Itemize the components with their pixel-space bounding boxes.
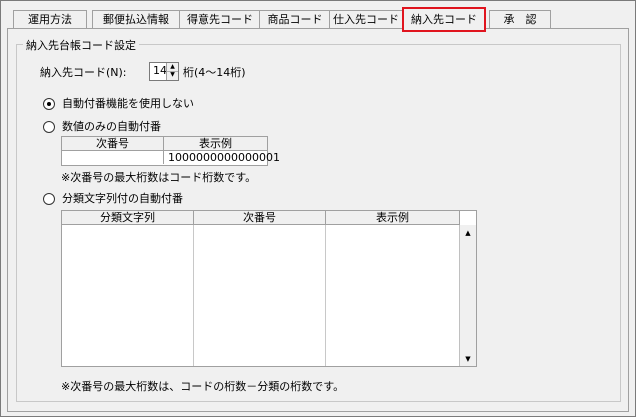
code-digits-stepper[interactable]: 14 ▲ ▼ (149, 62, 179, 81)
delivery-code-settings-group: 納入先台帳コード設定 納入先コード(N): 14 ▲ ▼ 桁(4～14桁) 自動… (16, 37, 621, 402)
window-frame: 運用方法 郵便払込情報 得意先コード 商品コード 仕入先コード 納入先コード 承… (0, 0, 636, 417)
example-header: 表示例 (164, 137, 267, 151)
radio-no-auto-number-label[interactable]: 自動付番機能を使用しない (62, 95, 194, 111)
column-divider (193, 225, 194, 366)
tab-product-code[interactable]: 商品コード (259, 10, 331, 29)
code-digits-label: 納入先コード(N): (40, 66, 127, 79)
tab-strip: 運用方法 郵便払込情報 得意先コード 商品コード 仕入先コード 納入先コード 承… (7, 7, 631, 32)
tab-supplier-code[interactable]: 仕入先コード (329, 10, 403, 29)
tab-panel: 納入先台帳コード設定 納入先コード(N): 14 ▲ ▼ 桁(4～14桁) 自動… (7, 28, 629, 412)
next-number-cell[interactable] (62, 151, 164, 164)
tab-approval[interactable]: 承 認 (489, 10, 551, 29)
class-table-scrollbar[interactable]: ▲ ▼ (459, 225, 476, 366)
scroll-down-icon[interactable]: ▼ (460, 352, 476, 366)
code-digits-hint: 桁(4～14桁) (183, 66, 246, 79)
example-cell: 1000000000000001 (168, 151, 280, 164)
radio-class-auto-number[interactable] (43, 193, 55, 205)
tab-delivery-code[interactable]: 納入先コード (402, 7, 486, 32)
radio-class-auto-number-label[interactable]: 分類文字列付の自動付番 (62, 190, 183, 206)
radio-numeric-auto-number-label[interactable]: 数値のみの自動付番 (62, 118, 161, 134)
code-digits-value: 14 (153, 64, 167, 77)
next-number-header: 次番号 (62, 137, 164, 151)
radio-no-auto-number[interactable] (43, 98, 55, 110)
tab-postal-transfer[interactable]: 郵便払込情報 (92, 10, 180, 29)
class-example-header: 表示例 (326, 211, 460, 225)
class-string-header: 分類文字列 (62, 211, 194, 225)
numeric-example-table: 次番号 表示例 1000000000000001 (61, 136, 280, 166)
class-note: ※次番号の最大桁数は、コードの桁数－分類の桁数です。 (61, 380, 345, 393)
tab-customer-code[interactable]: 得意先コード (179, 10, 261, 29)
tab-operation[interactable]: 運用方法 (13, 10, 87, 29)
scroll-up-icon[interactable]: ▲ (460, 226, 476, 240)
group-title: 納入先台帳コード設定 (23, 37, 139, 53)
stepper-buttons: ▲ ▼ (166, 63, 178, 80)
radio-numeric-auto-number[interactable] (43, 121, 55, 133)
numeric-note: ※次番号の最大桁数はコード桁数です。 (61, 171, 257, 184)
stepper-down-icon[interactable]: ▼ (167, 71, 178, 79)
column-divider (325, 225, 326, 366)
class-table: 分類文字列 次番号 表示例 ▲ ▼ (61, 210, 477, 367)
class-next-number-header: 次番号 (194, 211, 326, 225)
